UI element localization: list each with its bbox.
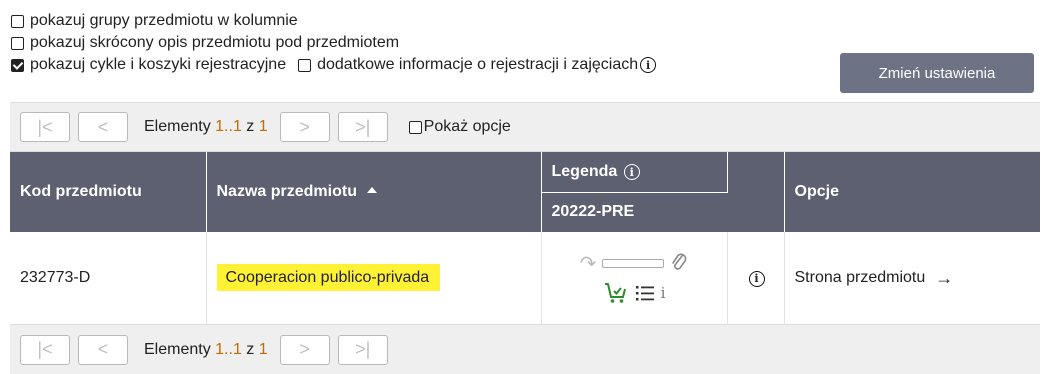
elements-label: Elementy: [144, 340, 211, 358]
course-name-cell: Cooperacion publico-privada: [206, 232, 542, 324]
show-cycles-checkbox[interactable]: [11, 58, 24, 72]
pager-top: |< < Elementy 1..1 z 1 > >| Pokaż opcje: [10, 102, 1040, 152]
header-course-name-label[interactable]: Nazwa przedmiotu: [217, 183, 357, 200]
elements-range: 1..1: [215, 118, 242, 135]
option-show-short-description[interactable]: pokazuj skrócony opis przedmiotu pod prz…: [10, 32, 1040, 54]
next-page-button-bottom[interactable]: >: [279, 334, 330, 365]
show-options-label[interactable]: Pokaż opcje: [424, 118, 511, 136]
show-cycles-label[interactable]: pokazuj cykle i koszyki rejestracyjne: [30, 54, 286, 76]
info-cell: i: [727, 232, 785, 324]
row-info-icon[interactable]: i: [748, 270, 765, 287]
last-page-button[interactable]: >|: [337, 112, 388, 142]
elements-total: 1: [258, 118, 268, 135]
course-page-link[interactable]: Strona przedmiotu →: [795, 268, 1031, 289]
additional-info-label[interactable]: dodatkowe informacje o rejestracji i zaj…: [317, 54, 638, 76]
next-page-icon: >: [299, 116, 310, 137]
sort-ascending-icon[interactable]: [366, 187, 377, 193]
last-page-button-bottom[interactable]: >|: [337, 334, 388, 365]
courses-table: Kod przedmiotu Nazwa przedmiotu Legenda …: [10, 152, 1040, 324]
header-course-code-label: Kod przedmiotu: [20, 183, 142, 200]
legend-icons-bottom: i: [552, 278, 717, 308]
prev-page-button[interactable]: <: [78, 112, 128, 142]
pager-bottom: |< < Elementy 1..1 z 1 > >|: [10, 324, 1040, 374]
course-code: 232773-D: [20, 269, 91, 286]
course-name-link[interactable]: Cooperacion publico-privada: [216, 264, 441, 291]
header-cycle-label: 20222-PRE: [551, 203, 635, 221]
first-page-button[interactable]: |<: [20, 112, 70, 142]
option-show-groups[interactable]: pokazuj grupy przedmiotu w kolumnie: [10, 10, 1040, 32]
details-i-icon[interactable]: i: [661, 284, 666, 302]
legend-icons-cell: ↷ i: [541, 232, 728, 324]
last-page-icon: >|: [355, 339, 371, 359]
legend-info-icon[interactable]: i: [623, 164, 640, 181]
elements-label: Elementy: [144, 118, 211, 135]
header-course-name[interactable]: Nazwa przedmiotu: [206, 152, 542, 232]
show-short-description-checkbox[interactable]: [11, 36, 24, 50]
elements-of: z: [246, 340, 255, 358]
apply-settings-button[interactable]: Zmień ustawienia: [840, 53, 1034, 93]
first-page-icon: |<: [37, 116, 53, 137]
options-cell: Strona przedmiotu →: [784, 232, 1040, 324]
show-short-description-label[interactable]: pokazuj skrócony opis przedmiotu pod prz…: [30, 32, 399, 54]
show-groups-label[interactable]: pokazuj grupy przedmiotu w kolumnie: [30, 10, 298, 32]
registration-bar-icon: [602, 258, 665, 268]
elements-range: 1..1: [215, 340, 242, 358]
registration-cart-icon[interactable]: [603, 281, 629, 305]
header-cycle: 20222-PRE: [541, 192, 727, 232]
legend-icons-top: ↷: [552, 248, 717, 278]
first-page-button-bottom[interactable]: |<: [20, 334, 70, 365]
show-options-toggle[interactable]: Pokaż opcje: [408, 118, 511, 136]
show-options-checkbox[interactable]: [408, 120, 422, 134]
elements-indicator: Elementy 1..1 z 1: [144, 118, 268, 136]
prev-page-button-bottom[interactable]: <: [78, 334, 128, 365]
header-course-code: Kod przedmiotu: [10, 152, 207, 232]
list-icon[interactable]: [635, 284, 655, 302]
last-page-icon: >|: [355, 116, 371, 137]
header-legend-label: Legenda: [551, 162, 618, 180]
redo-arrow-icon: ↷: [579, 252, 597, 275]
course-code-cell: 232773-D: [10, 232, 207, 324]
show-groups-checkbox[interactable]: [11, 14, 24, 28]
header-options-label: Opcje: [794, 183, 839, 200]
next-page-button[interactable]: >: [279, 112, 330, 142]
elements-total: 1: [258, 340, 268, 358]
header-options: Opcje: [784, 152, 1040, 232]
info-icon[interactable]: i: [640, 57, 657, 73]
arrow-right-icon: →: [935, 267, 954, 288]
prev-page-icon: <: [97, 339, 109, 359]
elements-of: z: [246, 118, 255, 135]
next-page-icon: >: [299, 339, 310, 359]
paperclip-icon: [672, 253, 687, 270]
header-blank: [727, 152, 785, 232]
elements-indicator-bottom: Elementy 1..1 z 1: [144, 341, 268, 359]
table-row: 232773-D Cooperacion publico-privada ↷ i…: [10, 232, 1040, 324]
course-page-link-label[interactable]: Strona przedmiotu: [795, 269, 926, 287]
first-page-icon: |<: [37, 339, 53, 359]
header-legend: Legenda i: [541, 152, 728, 193]
prev-page-icon: <: [97, 116, 109, 137]
additional-info-checkbox[interactable]: [298, 58, 312, 72]
